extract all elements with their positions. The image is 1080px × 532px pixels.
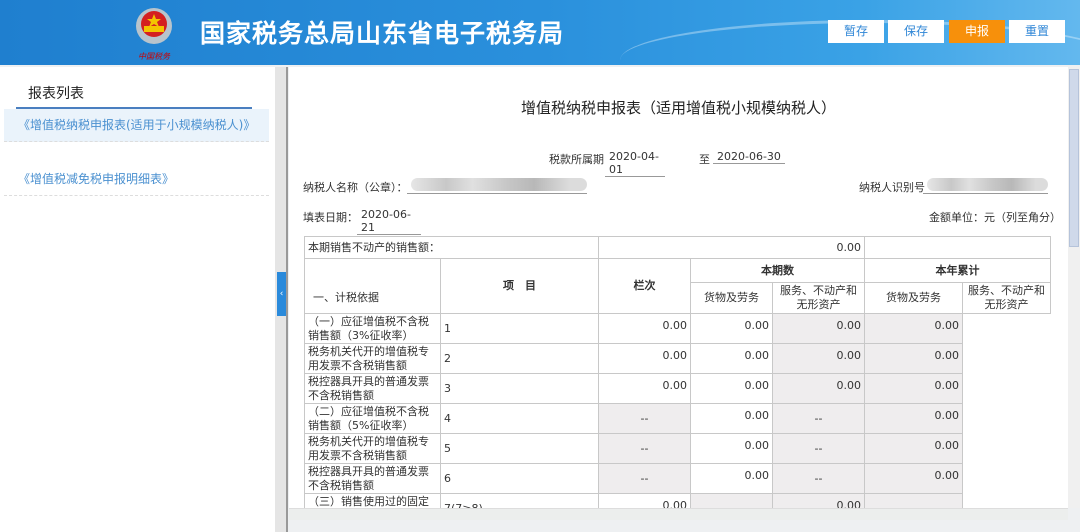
- amount-cell: 0.00: [864, 433, 963, 464]
- header-goods: 货物及劳务: [864, 282, 963, 314]
- amount-cell: --: [598, 463, 691, 494]
- header-ytd: 本年累计: [864, 258, 1051, 283]
- item-label: （三）销售使用过的固定资产不: [304, 493, 441, 508]
- sidebar-item-vat-exemption[interactable]: 《增值税减免税申报明细表》: [4, 163, 269, 196]
- item-label: 税务机关代开的增值税专用发票不含税销售额: [304, 433, 441, 464]
- amount-cell: 0.00: [772, 343, 865, 374]
- amount-cell[interactable]: 0.00: [598, 313, 691, 344]
- taxpayer-name-field[interactable]: [407, 176, 587, 194]
- line-number: 4: [440, 403, 599, 434]
- real-estate-sales-value[interactable]: 0.00: [598, 236, 865, 259]
- tax-emblem-logo: 中国税务: [136, 8, 172, 61]
- amount-cell: [864, 493, 963, 508]
- item-label: 税控器具开具的普通发票不含税销售额: [304, 463, 441, 494]
- amount-cell: 0.00: [772, 373, 865, 404]
- submit-button[interactable]: 申报: [949, 20, 1005, 43]
- item-label: （二）应征增值税不含税销售额（5%征收率）: [304, 403, 441, 434]
- section-label: 一、计税依据: [304, 258, 441, 314]
- amount-cell: 0.00: [864, 373, 963, 404]
- header-current: 本期数: [690, 258, 865, 283]
- header: 中国税务 国家税务总局山东省电子税务局 暂存 保存 申报 重置: [0, 0, 1080, 65]
- horizontal-scrollbar[interactable]: [289, 508, 1068, 520]
- sidebar: 报表列表 《增值税纳税申报表(适用于小规模纳税人)》 《增值税减免税申报明细表》: [0, 67, 275, 532]
- item-label: 税务机关代开的增值税专用发票不含税销售额: [304, 343, 441, 374]
- amount-cell[interactable]: 0.00: [690, 463, 773, 494]
- header-services: 服务、不动产和无形资产: [962, 282, 1051, 314]
- table-row: （一）应征增值税不含税销售额（3%征收率） 1 0.00 0.00 0.00 0.00: [304, 313, 1051, 344]
- amount-cell[interactable]: 0.00: [690, 373, 773, 404]
- amount-cell: --: [772, 403, 865, 434]
- amount-cell[interactable]: 0.00: [598, 343, 691, 374]
- vertical-scrollbar[interactable]: [1068, 67, 1080, 508]
- amount-cell[interactable]: 0.00: [690, 403, 773, 434]
- table-header-row: 一、计税依据 项 目 栏次 本期数 本年累计: [304, 258, 1051, 314]
- amount-cell: --: [598, 403, 691, 434]
- amount-cell: 0.00: [864, 463, 963, 494]
- form-panel: 增值税纳税申报表（适用增值税小规模纳税人） 税款所属期 2020-04-01 至…: [289, 67, 1068, 508]
- scrollbar-thumb[interactable]: [1069, 69, 1079, 247]
- amount-cell: 0.00: [772, 313, 865, 344]
- taxpayer-id-label: 纳税人识别号: [859, 181, 925, 194]
- vat-return-table: 本期销售不动产的销售额： 0.00 一、计税依据 项 目 栏次 本期数 本年累计…: [304, 236, 1051, 508]
- item-label: 税控器具开具的普通发票不含税销售额: [304, 373, 441, 404]
- line-number: 5: [440, 433, 599, 464]
- amount-cell: [690, 493, 773, 508]
- period-label: 税款所属期: [549, 153, 604, 166]
- taxpayer-id-field[interactable]: [923, 176, 1048, 194]
- amount-cell: 0.00: [772, 493, 865, 508]
- amount-cell: --: [598, 433, 691, 464]
- amount-cell: --: [772, 433, 865, 464]
- line-number: 6: [440, 463, 599, 494]
- line-number: 2: [440, 343, 599, 374]
- amount-cell: 0.00: [864, 343, 963, 374]
- line-number: 7(7≥8): [440, 493, 599, 508]
- period-from-field[interactable]: 2020-04-01: [605, 150, 665, 177]
- taxpayer-name-label: 纳税人名称（公章）：: [303, 181, 408, 194]
- fill-date-label: 填表日期：: [303, 211, 358, 224]
- reset-button[interactable]: 重置: [1009, 20, 1065, 43]
- header-services: 服务、不动产和无形资产: [772, 282, 865, 314]
- header-goods: 货物及劳务: [690, 282, 773, 314]
- sidebar-title: 报表列表: [28, 86, 84, 102]
- amount-cell: 0.00: [864, 313, 963, 344]
- table-row: 税控器具开具的普通发票不含税销售额 3 0.00 0.00 0.00 0.00: [304, 373, 1051, 404]
- amount-cell[interactable]: 0.00: [598, 493, 691, 508]
- sidebar-item-vat-return[interactable]: 《增值税纳税申报表(适用于小规模纳税人)》: [4, 109, 269, 142]
- amount-cell: --: [772, 463, 865, 494]
- amount-cell[interactable]: 0.00: [690, 313, 773, 344]
- table-row: （三）销售使用过的固定资产不7(7≥8)0.000.00: [304, 493, 1051, 508]
- fill-date-field[interactable]: 2020-06-21: [357, 208, 421, 235]
- table-row: 税务机关代开的增值税专用发票不含税销售额 5 -- 0.00 -- 0.00: [304, 433, 1051, 464]
- amount-cell[interactable]: 0.00: [690, 433, 773, 464]
- line-number: 1: [440, 313, 599, 344]
- header-item: 项 目: [440, 258, 599, 314]
- table-row: 税务机关代开的增值税专用发票不含税销售额 2 0.00 0.00 0.00 0.00: [304, 343, 1051, 374]
- amount-cell: 0.00: [864, 403, 963, 434]
- table-row: 税控器具开具的普通发票不含税销售额 6 -- 0.00 -- 0.00: [304, 463, 1051, 494]
- site-title: 国家税务总局山东省电子税务局: [200, 19, 565, 48]
- line-number: 3: [440, 373, 599, 404]
- period-to-field[interactable]: 2020-06-30: [713, 150, 785, 164]
- amount-cell[interactable]: 0.00: [690, 343, 773, 374]
- period-to-label: 至: [699, 153, 710, 166]
- header-col: 栏次: [598, 258, 691, 314]
- table-row: 本期销售不动产的销售额： 0.00: [304, 236, 1051, 259]
- collapse-sidebar-icon[interactable]: ‹: [277, 272, 286, 316]
- empty-cell: [864, 236, 1051, 259]
- currency-unit-label: 金额单位：元（列至角分）: [929, 211, 1061, 224]
- table-row: （二）应征增值税不含税销售额（5%征收率） 4 -- 0.00 -- 0.00: [304, 403, 1051, 434]
- form-title: 增值税纳税申报表（适用增值税小规模纳税人）: [520, 99, 836, 117]
- save-draft-button[interactable]: 暂存: [828, 20, 884, 43]
- svg-text:中国税务: 中国税务: [138, 52, 171, 61]
- real-estate-sales-label: 本期销售不动产的销售额：: [304, 236, 599, 259]
- amount-cell[interactable]: 0.00: [598, 373, 691, 404]
- save-button[interactable]: 保存: [888, 20, 944, 43]
- item-label: （一）应征增值税不含税销售额（3%征收率）: [304, 313, 441, 344]
